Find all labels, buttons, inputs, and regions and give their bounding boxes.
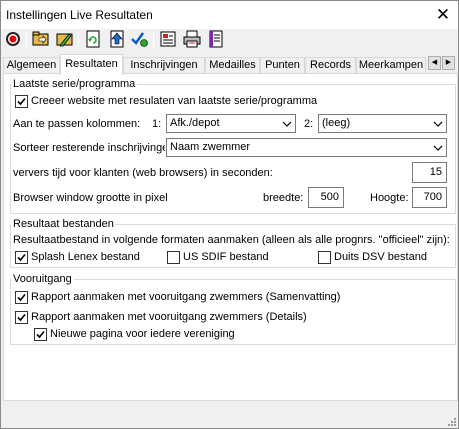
new-page-checkbox[interactable] [34, 328, 47, 341]
create-website-checkbox[interactable] [15, 95, 28, 108]
progress-details-checkbox[interactable] [15, 311, 28, 324]
refresh-seconds-input[interactable]: 15 [412, 162, 447, 183]
columns-label: Aan te passen kolommen: [13, 118, 141, 130]
toolbar-separator [78, 32, 79, 47]
toolbar-separator [153, 32, 154, 47]
toolbar-separator [26, 32, 27, 47]
upload-icon[interactable] [108, 30, 126, 48]
tab-scroll-right-icon[interactable]: ▶ [442, 56, 455, 70]
group-latest-title: Laatste serie/programma [11, 78, 138, 90]
browser-size-label: Browser window grootte in pixel [13, 192, 168, 204]
print-icon[interactable] [183, 30, 201, 48]
width-value: 500 [320, 191, 339, 203]
dsv-label[interactable]: Duits DSV bestand [334, 251, 427, 264]
sort-label: Sorteer resterende inschrijvinge [13, 142, 165, 154]
record-icon[interactable] [4, 30, 22, 48]
width-label: breedte: [263, 192, 304, 204]
refresh-label: ververs tijd voor klanten (web browsers)… [13, 167, 273, 179]
column1-prefix: 1: [152, 118, 162, 130]
group-progress-title: Vooruitgang [11, 273, 74, 285]
progress-summary-checkbox[interactable] [15, 291, 28, 304]
settings-window: Instellingen Live Resultaten ✕ Algemeen … [0, 0, 459, 429]
tab-strip: Algemeen Resultaten Inschrijvingen Medai… [1, 54, 458, 75]
chevron-down-icon [433, 145, 443, 151]
sdif-label[interactable]: US SDIF bestand [183, 251, 269, 264]
result-formats-description: Resultaatbestand in volgende formaten aa… [13, 234, 450, 246]
toolbar [1, 29, 458, 51]
tab-meerkampen[interactable]: Meerkampen [356, 57, 426, 74]
column1-value: Afk./depot [170, 117, 220, 129]
new-page-label[interactable]: Nieuwe pagina voor iedere vereniging [50, 328, 235, 341]
window-title: Instellingen Live Resultaten [6, 8, 153, 22]
check-icon[interactable] [131, 30, 149, 48]
tab-panel-resultaten: Laatste serie/programma Creeer website m… [3, 73, 458, 401]
lenex-checkbox[interactable] [15, 251, 28, 264]
chevron-down-icon [433, 121, 443, 127]
width-input[interactable]: 500 [308, 187, 344, 208]
close-button[interactable]: ✕ [432, 4, 454, 26]
dsv-checkbox[interactable] [318, 251, 331, 264]
tab-records[interactable]: Records [305, 57, 356, 74]
height-value: 700 [423, 191, 442, 203]
column2-value: (leeg) [322, 117, 351, 129]
edit-folder-icon[interactable] [56, 30, 74, 48]
lenex-label[interactable]: Splash Lenex bestand [31, 251, 140, 264]
column2-prefix: 2: [304, 118, 314, 130]
tab-punten[interactable]: Punten [260, 57, 305, 74]
height-label: Hoogte: [370, 192, 409, 204]
refresh-icon[interactable] [84, 30, 102, 48]
sort-select[interactable]: Naam zwemmer [166, 138, 447, 157]
tab-medailles[interactable]: Medailles [205, 57, 260, 74]
page-icon[interactable] [207, 30, 225, 48]
tab-algemeen[interactable]: Algemeen [3, 57, 60, 74]
sdif-checkbox[interactable] [167, 251, 180, 264]
create-website-label[interactable]: Creeer website met resulaten van laatste… [31, 95, 317, 108]
tab-resultaten[interactable]: Resultaten [60, 54, 123, 75]
refresh-seconds-value: 15 [429, 166, 442, 178]
progress-details-label[interactable]: Rapport aanmaken met vooruitgang zwemmer… [31, 311, 307, 324]
group-results-title: Resultaat bestanden [11, 218, 116, 230]
title-bar: Instellingen Live Resultaten ✕ [1, 1, 458, 29]
height-input[interactable]: 700 [412, 187, 447, 208]
resize-grip-icon[interactable] [446, 416, 457, 427]
tab-scroll-left-icon[interactable]: ◀ [428, 56, 441, 70]
progress-summary-label[interactable]: Rapport aanmaken met vooruitgang zwemmer… [31, 291, 340, 304]
column1-select[interactable]: Afk./depot [166, 114, 296, 133]
open-folder-icon[interactable] [32, 30, 50, 48]
chevron-down-icon [282, 121, 292, 127]
column2-select[interactable]: (leeg) [318, 114, 447, 133]
tab-inschrijvingen[interactable]: Inschrijvingen [123, 57, 205, 74]
status-bar [1, 403, 458, 428]
settings-icon[interactable] [159, 30, 177, 48]
sort-value: Naam zwemmer [170, 141, 251, 153]
